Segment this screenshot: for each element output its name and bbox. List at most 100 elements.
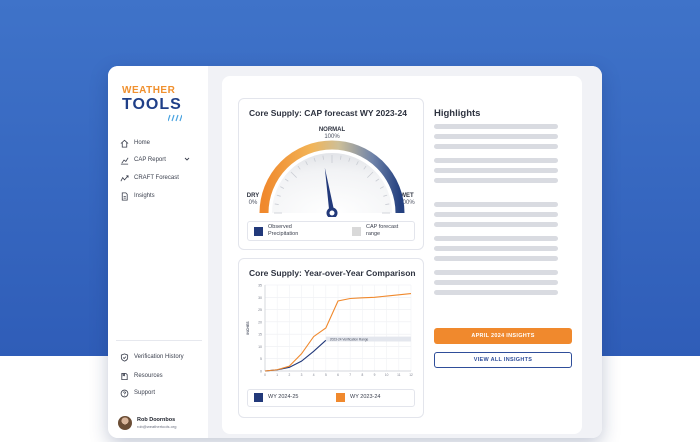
skeleton-line (434, 144, 558, 149)
view-all-insights-button[interactable]: VIEW ALL INSIGHTS (434, 352, 572, 368)
skeleton-line (434, 270, 558, 275)
gauge-legend: Observed Precipitation CAP forecast rang… (247, 221, 415, 241)
forecast-icon (120, 174, 129, 181)
y-tick-label: 0 (260, 370, 262, 374)
x-tick-label: 4 (313, 373, 315, 377)
x-tick-label: 10 (385, 373, 389, 377)
yoy-card: Core Supply: Year-over-Year Comparison 0… (238, 258, 424, 418)
y-tick-label: 25 (258, 308, 262, 312)
x-tick-label: 12 (409, 373, 413, 377)
user-profile[interactable]: Rob Doornbos rob@weathertools.org (118, 416, 176, 430)
april-insights-button[interactable]: APRIL 2024 INSIGHTS (434, 328, 572, 344)
skeleton-line (434, 246, 558, 251)
y-tick-label: 20 (258, 320, 262, 324)
yoy-legend: WY 2024-25 WY 2023-24 (247, 389, 415, 407)
x-tick-label: 6 (337, 373, 339, 377)
sidebar-item-label: Insights (134, 193, 155, 199)
gauge-dry-value: 0% (248, 200, 258, 206)
sidebar-item-resources[interactable]: Resources (120, 369, 163, 383)
y-tick-label: 35 (258, 284, 262, 288)
legend-item-wy-2024-25: WY 2024-25 (254, 393, 298, 402)
legend-swatch (254, 226, 263, 236)
gauge-graphic (259, 140, 405, 217)
sidebar-item-label: Home (134, 140, 151, 146)
home-icon (120, 139, 129, 148)
sidebar-item-label: Verification History (134, 354, 184, 360)
skeleton-line (434, 290, 558, 295)
skeleton-line (434, 168, 558, 173)
x-tick-label: 3 (301, 373, 303, 377)
x-tick-label: 2 (288, 373, 290, 377)
sidebar-item-insights[interactable]: Insights (120, 189, 155, 203)
legend-label: CAP forecast range (366, 224, 399, 237)
y-tick-label: 15 (258, 333, 262, 337)
skeleton-line (434, 280, 558, 285)
sidebar-item-label: CAP Report (134, 157, 166, 163)
logo-word-bottom: TOOLS (122, 96, 182, 113)
verification-range-label: 2023-24 Verification Range (330, 337, 369, 341)
skeleton-line (434, 124, 558, 129)
rain-drops-icon (168, 114, 182, 122)
y-axis-label: INCHES (246, 321, 250, 335)
chart-icon (120, 157, 129, 165)
sidebar-item-craft-forecast[interactable]: CRAFT Forecast (120, 171, 179, 185)
y-tick-label: 5 (260, 357, 262, 361)
series-line-wy-2024-25 (264, 339, 327, 372)
y-tick-label: 30 (258, 296, 262, 300)
highlights-title: Highlights (434, 108, 481, 119)
skeleton-line (434, 134, 558, 139)
skeleton-line (434, 222, 558, 227)
content-panel: Core Supply: CAP forecast WY 2023-24 NOR… (222, 76, 582, 434)
legend-swatch (336, 393, 345, 402)
x-tick-label: 0 (264, 373, 266, 377)
skeleton-line (434, 202, 558, 207)
x-tick-label: 11 (397, 373, 401, 377)
sidebar: WEATHER TOOLS Home CAP Report CRAFT Fore… (108, 66, 209, 438)
legend-item-forecast-range: CAP forecast range (352, 224, 412, 238)
sidebar-item-support[interactable]: Support (120, 386, 155, 400)
app-window: WEATHER TOOLS Home CAP Report CRAFT Fore… (108, 66, 602, 438)
x-tick-label: 7 (349, 373, 351, 377)
logo-word-top: WEATHER (122, 85, 176, 96)
sidebar-item-label: Resources (134, 373, 163, 379)
y-tick-label: 10 (258, 345, 262, 349)
skeleton-line (434, 178, 558, 183)
gauge-card: Core Supply: CAP forecast WY 2023-24 NOR… (238, 98, 424, 250)
skeleton-line (434, 212, 558, 217)
chevron-down-icon[interactable] (184, 156, 190, 162)
avatar (118, 416, 132, 430)
x-tick-label: 5 (325, 373, 327, 377)
sidebar-item-home[interactable]: Home (120, 136, 150, 150)
sidebar-divider (116, 340, 202, 341)
legend-label: WY 2024-25 (268, 394, 299, 400)
x-tick-label: 9 (374, 373, 376, 377)
logo[interactable]: WEATHER TOOLS (122, 85, 184, 122)
user-email: rob@weathertools.org (137, 423, 177, 429)
document-icon (121, 191, 128, 201)
yoy-card-title: Core Supply: Year-over-Year Comparison (249, 268, 416, 278)
user-name: Rob Doornbos (137, 416, 176, 423)
main-area: Core Supply: CAP forecast WY 2023-24 NOR… (208, 66, 602, 438)
gauge-normal-text: NORMAL (318, 127, 346, 133)
help-icon (120, 389, 129, 397)
sidebar-item-cap-report[interactable]: CAP Report (120, 153, 166, 167)
sidebar-item-label: CRAFT Forecast (134, 175, 179, 181)
legend-label: Observed Precipitation (268, 224, 299, 237)
shield-check-icon (120, 352, 129, 362)
yoy-line-chart: 051015202530350 1 2 3 4 5 6 7 8 9 10 11 12INCHES2023… (246, 284, 413, 378)
legend-label: WY 2023-24 (350, 394, 381, 400)
skeleton-line (434, 236, 558, 241)
x-tick-label: 1 (276, 373, 278, 377)
sidebar-item-label: Support (134, 390, 156, 396)
sidebar-item-verification-history[interactable]: Verification History (120, 350, 184, 364)
gauge-needle-hub-center (329, 210, 335, 216)
skeleton-line (434, 256, 558, 261)
gauge-dry-text: DRY (246, 193, 260, 199)
legend-item-wy-2023-24: WY 2023-24 (336, 393, 380, 402)
resources-icon (121, 372, 128, 380)
x-tick-label: 8 (361, 373, 363, 377)
skeleton-line (434, 158, 558, 163)
legend-swatch (254, 393, 263, 402)
gauge-card-title: Core Supply: CAP forecast WY 2023-24 (249, 108, 407, 118)
legend-item-observed: Observed Precipitation (254, 224, 314, 238)
